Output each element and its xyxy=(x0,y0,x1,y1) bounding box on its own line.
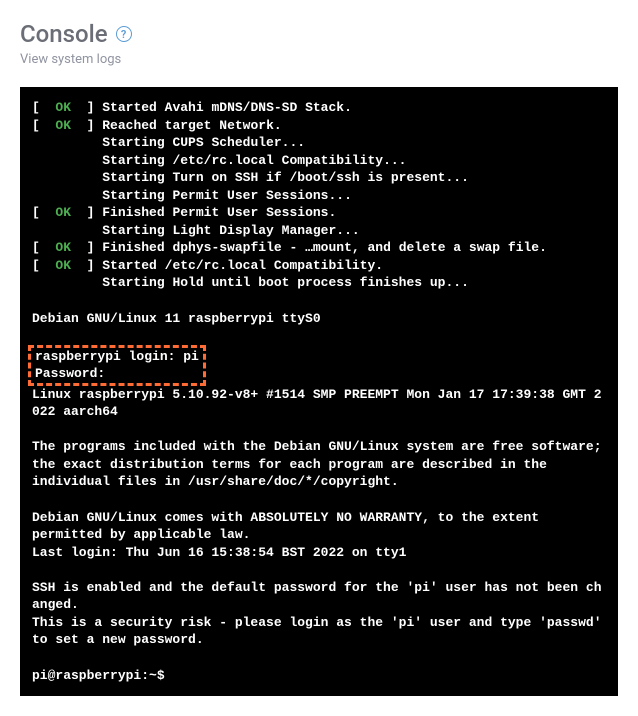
boot-line: [ OK ] Started /etc/rc.local Compatibili… xyxy=(32,257,606,275)
boot-line: [ OK ] Finished Permit User Sessions. xyxy=(32,204,606,222)
ssh-warning-1: SSH is enabled and the default password … xyxy=(32,580,602,613)
boot-line: Starting Permit User Sessions... xyxy=(32,187,606,205)
warranty-para: Debian GNU/Linux comes with ABSOLUTELY N… xyxy=(32,510,539,543)
kernel-line: Linux raspberrypi 5.10.92-v8+ #1514 SMP … xyxy=(32,387,602,420)
last-login: Last login: Thu Jun 16 15:38:54 BST 2022… xyxy=(32,545,406,560)
boot-line: Starting Hold until boot process finishe… xyxy=(32,274,606,292)
page-title: Console xyxy=(20,20,108,48)
console-header: Console ? xyxy=(20,20,618,48)
boot-line: [ OK ] Finished dphys-swapfile - …mount,… xyxy=(32,239,606,257)
os-banner: Debian GNU/Linux 11 raspberrypi ttyS0 xyxy=(32,311,321,326)
password-prompt: Password: xyxy=(35,366,105,381)
shell-prompt: pi@raspberrypi:~$ xyxy=(32,668,165,683)
boot-line: Starting /etc/rc.local Compatibility... xyxy=(32,152,606,170)
boot-line: Starting Turn on SSH if /boot/ssh is pre… xyxy=(32,169,606,187)
boot-line: [ OK ] Reached target Network. xyxy=(32,117,606,135)
login-prompt: raspberrypi login: pi xyxy=(35,349,199,364)
boot-line: Starting CUPS Scheduler... xyxy=(32,134,606,152)
login-highlight: raspberrypi login: pi Password: xyxy=(28,345,206,386)
ssh-warning-2: This is a security risk - please login a… xyxy=(32,615,609,648)
view-logs-link[interactable]: View system logs xyxy=(20,52,618,67)
boot-line: [ OK ] Started Avahi mDNS/DNS-SD Stack. xyxy=(32,99,606,117)
help-icon[interactable]: ? xyxy=(116,26,132,42)
terminal-output[interactable]: [ OK ] Started Avahi mDNS/DNS-SD Stack.[… xyxy=(20,87,618,696)
license-para: The programs included with the Debian GN… xyxy=(32,439,602,489)
boot-line: Starting Light Display Manager... xyxy=(32,222,606,240)
